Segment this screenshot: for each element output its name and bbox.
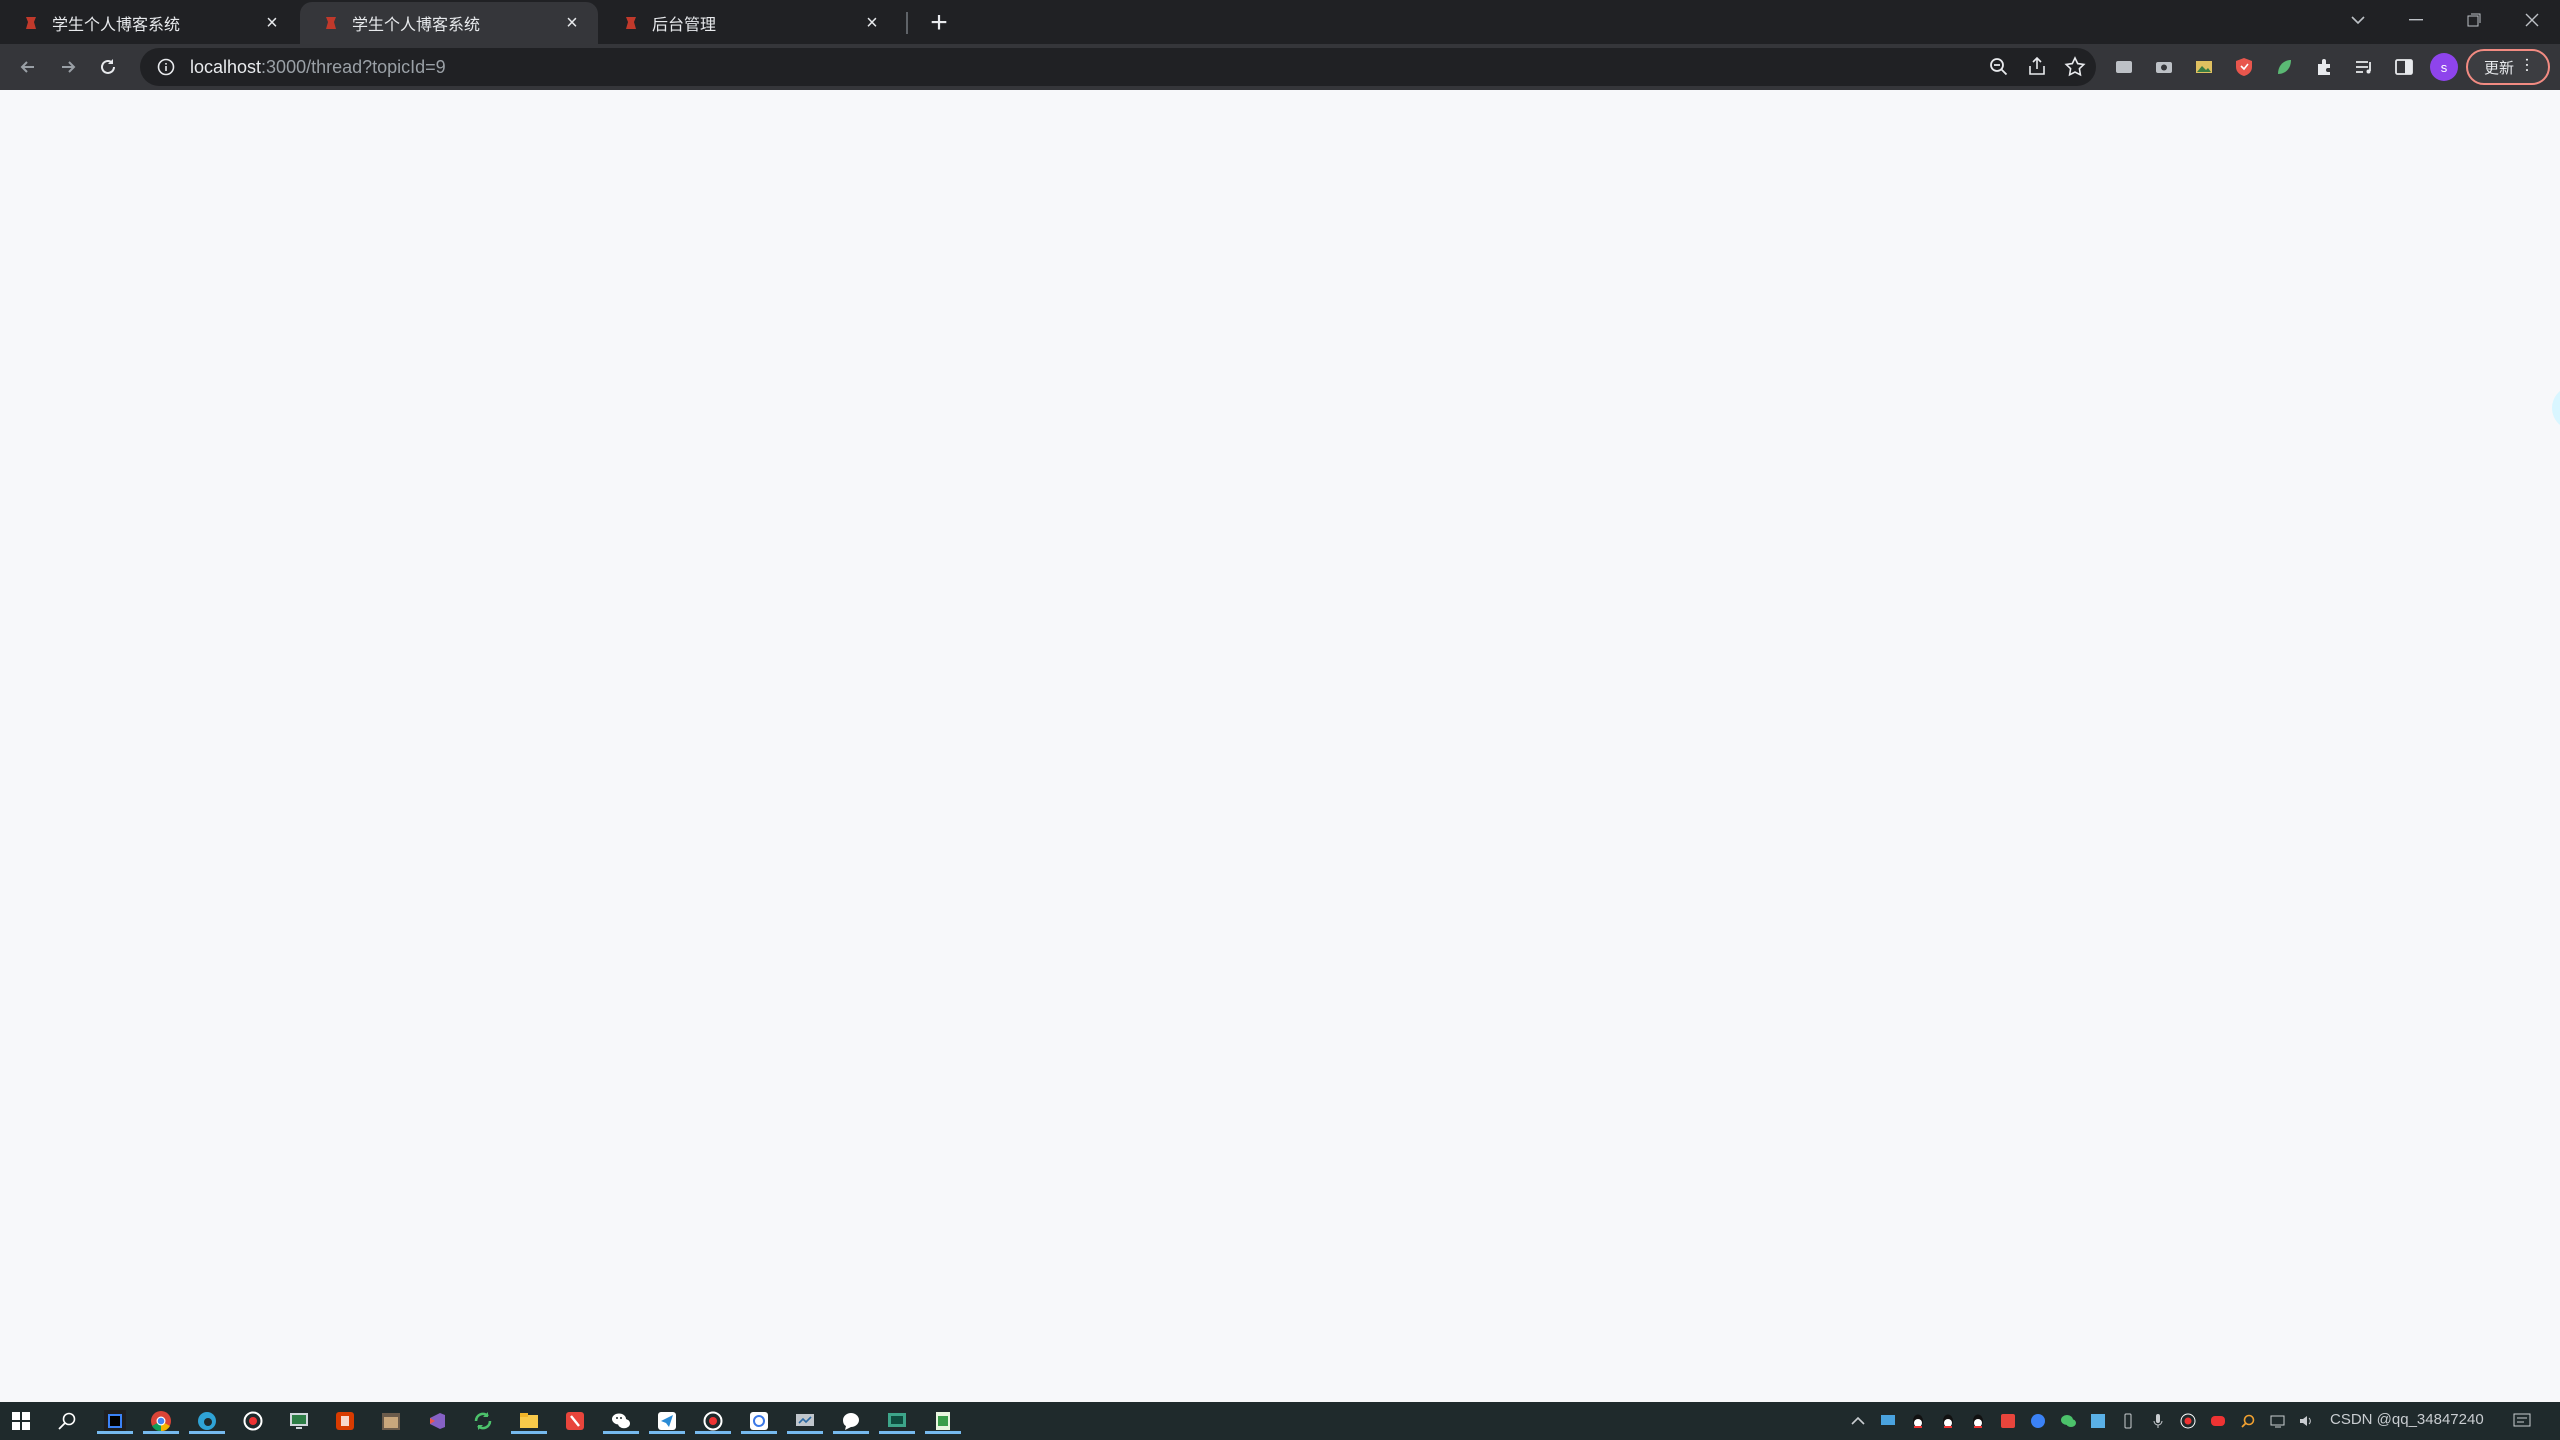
tab-separator xyxy=(906,12,908,34)
blog-favicon-icon xyxy=(322,14,340,32)
windows-taskbar: CSDN @qq_34847240 xyxy=(0,1402,2560,1440)
wechat-app-icon[interactable] xyxy=(603,1408,639,1434)
remote-desktop-icon[interactable] xyxy=(286,1408,312,1434)
url-host: localhost xyxy=(190,56,262,77)
forward-arrow-icon[interactable] xyxy=(52,51,84,83)
tray-wechat-icon[interactable] xyxy=(2058,1411,2078,1431)
translate-extension-icon[interactable] xyxy=(2110,53,2138,81)
chat-bubble-icon[interactable] xyxy=(833,1408,869,1434)
reload-icon[interactable] xyxy=(92,51,124,83)
minimize-icon[interactable] xyxy=(2388,0,2444,40)
sync-app-icon[interactable] xyxy=(470,1408,496,1434)
tray-network-icon[interactable] xyxy=(2268,1411,2288,1431)
tray-overflow-chevron-icon[interactable] xyxy=(1848,1411,1868,1431)
tab-title: 后台管理 xyxy=(652,17,717,34)
close-icon[interactable]: × xyxy=(860,11,884,35)
tray-volume-icon[interactable] xyxy=(2296,1411,2316,1431)
media-queue-icon[interactable] xyxy=(2350,53,2378,81)
more-menu-icon[interactable]: ⋯ xyxy=(2517,57,2536,72)
spreadsheet-app-icon[interactable] xyxy=(925,1408,961,1434)
tray-qq-icon[interactable] xyxy=(1908,1411,1928,1431)
close-window-icon[interactable] xyxy=(2504,0,2560,40)
tray-qq-icon-2[interactable] xyxy=(1938,1411,1958,1431)
side-panel-icon[interactable] xyxy=(2390,53,2418,81)
omnibox-actions xyxy=(1986,54,2088,85)
notes-app-icon[interactable] xyxy=(562,1408,588,1434)
tray-globe-icon[interactable] xyxy=(2028,1411,2048,1431)
close-icon[interactable]: × xyxy=(260,11,284,35)
chrome-app-icon[interactable] xyxy=(143,1408,179,1434)
update-button[interactable]: 更新 ⋯ xyxy=(2466,49,2550,85)
monitor-app-icon[interactable] xyxy=(787,1408,823,1434)
shield-extension-icon[interactable] xyxy=(2230,53,2258,81)
info-icon[interactable] xyxy=(156,57,176,77)
blog-favicon-icon xyxy=(22,14,40,32)
url-text: localhost:3000/thread?topicId=9 xyxy=(190,57,446,78)
visual-studio-icon[interactable] xyxy=(424,1408,450,1434)
leaf-extension-icon[interactable] xyxy=(2270,53,2298,81)
search-icon[interactable] xyxy=(54,1408,80,1434)
update-label: 更新 xyxy=(2484,59,2515,77)
tray-sync-icon[interactable] xyxy=(2088,1411,2108,1431)
tray-monitor-icon[interactable] xyxy=(1878,1411,1898,1431)
puzzle-extensions-icon[interactable] xyxy=(2310,53,2338,81)
url-path: :3000/thread?topicId=9 xyxy=(261,56,446,77)
file-explorer-icon[interactable] xyxy=(511,1408,547,1434)
windows-start-icon[interactable] xyxy=(8,1408,34,1434)
notification-center-icon[interactable] xyxy=(2512,1411,2532,1431)
bookmark-star-icon[interactable] xyxy=(2062,54,2088,85)
restore-icon[interactable] xyxy=(2446,0,2502,40)
floating-sidebar-handle[interactable] xyxy=(2552,386,2560,430)
share-icon[interactable] xyxy=(2024,54,2050,85)
tray-search-icon[interactable] xyxy=(2238,1411,2258,1431)
tray-qq-icon-3[interactable] xyxy=(1968,1411,1988,1431)
page-content xyxy=(0,90,2560,1402)
screen-recorder-icon[interactable] xyxy=(695,1408,731,1434)
admin-favicon-icon xyxy=(622,14,640,32)
network-tool-icon[interactable] xyxy=(879,1408,915,1434)
back-arrow-icon[interactable] xyxy=(12,51,44,83)
tab-blog-2[interactable]: 学生个人博客系统 × xyxy=(300,2,598,44)
csdn-watermark: CSDN @qq_34847240 xyxy=(2330,1411,2484,1428)
tray-notes-icon[interactable] xyxy=(1998,1411,2018,1431)
tab-title: 学生个人博客系统 xyxy=(52,17,181,34)
new-tab-button[interactable]: + xyxy=(922,6,956,40)
browser-toolbar: localhost:3000/thread?topicId=9 s 更新 ⋯ xyxy=(0,44,2560,90)
tray-cloud-icon[interactable] xyxy=(2208,1411,2228,1431)
tray-record-icon[interactable] xyxy=(2178,1411,2198,1431)
address-bar[interactable]: localhost:3000/thread?topicId=9 xyxy=(140,48,2096,86)
profile-avatar[interactable]: s xyxy=(2430,53,2458,81)
paper-plane-app-icon[interactable] xyxy=(649,1408,685,1434)
edge-browser-icon[interactable] xyxy=(189,1408,225,1434)
tab-search-icon[interactable] xyxy=(2330,0,2386,40)
zoom-icon[interactable] xyxy=(1986,54,2012,85)
calendar-app-icon[interactable] xyxy=(378,1408,404,1434)
tray-usb-icon[interactable] xyxy=(2118,1411,2138,1431)
tab-strip: 学生个人博客系统 × 学生个人博客系统 × 后台管理 × + xyxy=(0,0,2560,44)
tab-title: 学生个人博客系统 xyxy=(352,17,481,34)
camera-extension-icon[interactable] xyxy=(2150,53,2178,81)
close-icon[interactable]: × xyxy=(560,11,584,35)
office-app-icon[interactable] xyxy=(332,1408,358,1434)
database-tool-icon[interactable] xyxy=(741,1408,777,1434)
tab-blog-1[interactable]: 学生个人博客系统 × xyxy=(0,2,298,44)
tab-admin[interactable]: 后台管理 × xyxy=(600,2,898,44)
ide-app-icon[interactable] xyxy=(97,1408,133,1434)
tray-microphone-icon[interactable] xyxy=(2148,1411,2168,1431)
image-extension-icon[interactable] xyxy=(2190,53,2218,81)
recorder-app-icon[interactable] xyxy=(240,1408,266,1434)
